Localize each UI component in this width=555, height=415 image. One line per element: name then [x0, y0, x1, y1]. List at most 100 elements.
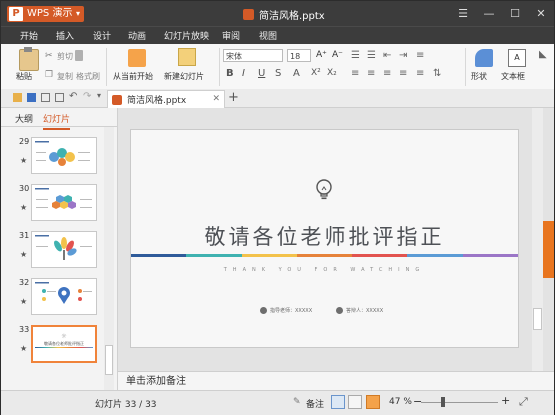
app-menu-button[interactable]: P WPS 演示 ▾ — [7, 6, 84, 22]
open-folder-icon[interactable] — [13, 93, 22, 102]
close-button[interactable]: ✕ — [528, 1, 554, 26]
superscript-icon[interactable]: X² — [311, 68, 321, 78]
zoom-slider-knob[interactable] — [441, 397, 445, 407]
chevron-down-icon[interactable]: ▾ — [97, 91, 106, 100]
collapse-ribbon-icon[interactable]: ◣ — [539, 49, 547, 60]
tab-outline[interactable]: 大纲 — [15, 112, 33, 125]
advisor-line: 指导老师：XXXXX — [260, 307, 312, 314]
star-icon: ★ — [20, 156, 28, 165]
line-spacing-icon[interactable]: ≡ — [416, 50, 424, 61]
color-divider — [131, 254, 518, 257]
slide-thumbnail-29[interactable] — [31, 137, 97, 174]
zoom-in-button[interactable]: + — [501, 394, 510, 407]
italic-icon[interactable]: I — [242, 68, 245, 79]
minimize-button[interactable]: — — [476, 1, 502, 26]
window-controls: ☰ — ☐ ✕ — [450, 1, 554, 26]
editor-scrollbar[interactable] — [532, 108, 543, 371]
slide-number: 31 — [19, 231, 30, 240]
shapes-icon[interactable] — [475, 49, 493, 67]
menu-review[interactable]: 审阅 — [222, 29, 240, 42]
notes-toggle[interactable]: 备注 — [306, 397, 324, 410]
reading-view-button[interactable] — [366, 395, 380, 409]
close-tab-icon[interactable]: ✕ — [212, 94, 220, 104]
copy-icon[interactable]: ❐ — [45, 70, 55, 80]
menu-slideshow[interactable]: 幻灯片放映 — [164, 29, 209, 42]
menu-animation[interactable]: 动画 — [128, 29, 146, 42]
slide-thumbnail-33[interactable]: ☼ 敬请各位老师批评指正 — [31, 325, 97, 363]
tab-document[interactable]: 简洁风格.pptx ✕ — [107, 90, 225, 108]
textbox-icon[interactable]: A — [508, 49, 526, 67]
bullet-list-icon[interactable]: ☰ — [351, 50, 360, 61]
new-tab-button[interactable]: + — [228, 90, 239, 105]
normal-view-button[interactable] — [331, 395, 345, 409]
presentation-file-icon — [243, 9, 254, 20]
bold-icon[interactable]: B — [226, 68, 234, 79]
align-right-icon[interactable]: ≡ — [383, 68, 391, 79]
copy-button[interactable]: 复制 — [57, 71, 73, 82]
grow-font-icon[interactable]: A⁺ — [316, 50, 327, 60]
decrease-indent-icon[interactable]: ⇤ — [383, 50, 391, 61]
menu-bar: 开始 插入 设计 动画 幻灯片放映 审阅 视图 — [1, 26, 554, 44]
menu-view[interactable]: 视图 — [259, 29, 277, 42]
save-icon[interactable] — [27, 93, 36, 102]
print-icon[interactable] — [41, 93, 50, 102]
fit-window-icon[interactable]: ⤢ — [519, 395, 528, 409]
zoom-level[interactable]: 47 % — [389, 397, 412, 407]
from-current-button[interactable]: 从当前开始 — [113, 71, 153, 82]
align-center-icon[interactable]: ≡ — [367, 68, 375, 79]
scrollbar-thumb[interactable] — [533, 308, 542, 330]
textbox-button[interactable]: 文本框 — [501, 71, 525, 82]
paste-icon[interactable] — [19, 47, 39, 71]
pane-tabs: 大纲 幻灯片 — [1, 108, 117, 130]
tab-slides[interactable]: 幻灯片 — [43, 112, 71, 130]
menu-home[interactable]: 开始 — [20, 29, 38, 42]
new-slide-icon[interactable] — [178, 48, 196, 66]
redo-icon[interactable]: ↷ — [83, 91, 92, 102]
text-direction-icon[interactable]: ⇅ — [433, 68, 441, 79]
thumbnail-scrollbar[interactable] — [104, 127, 114, 390]
subscript-icon[interactable]: X₂ — [327, 68, 337, 78]
side-panel-tab[interactable] — [543, 221, 554, 278]
menu-insert[interactable]: 插入 — [56, 29, 74, 42]
align-left-icon[interactable]: ≡ — [351, 68, 359, 79]
slide-number: 32 — [19, 278, 30, 287]
slide-thumbnail-32[interactable] — [31, 278, 97, 315]
thumbnail-graphic — [35, 282, 92, 304]
numbered-list-icon[interactable]: ☰ — [367, 50, 376, 61]
color-segment — [296, 254, 353, 257]
thumbnail-list: 29 ★ 30 ★ 31 ★ 32 ★ 33 ★ ☼ 敬请各位老师批评指正 — [1, 127, 106, 390]
format-painter-button[interactable]: 格式刷 — [76, 71, 100, 82]
shapes-button[interactable]: 形状 — [471, 71, 487, 82]
skin-icon[interactable]: ☰ — [450, 1, 476, 26]
distribute-icon[interactable]: ≡ — [416, 68, 424, 79]
current-slide[interactable]: 敬请各位老师批评指正 THANK YOU FOR WATCHING 指导老师：X… — [130, 129, 519, 348]
font-size-select[interactable]: 18 — [287, 49, 311, 62]
shrink-font-icon[interactable]: A⁻ — [332, 50, 343, 60]
shadow-icon[interactable]: S — [275, 68, 281, 79]
play-from-current-icon[interactable] — [128, 49, 146, 67]
format-painter-icon[interactable] — [75, 50, 83, 61]
increase-indent-icon[interactable]: ⇥ — [399, 50, 407, 61]
new-slide-button[interactable]: 新建幻灯片 — [164, 71, 204, 82]
justify-icon[interactable]: ≡ — [399, 68, 407, 79]
slide-sorter-button[interactable] — [348, 395, 362, 409]
scissors-icon[interactable]: ✂ — [45, 51, 55, 61]
scrollbar-thumb[interactable] — [105, 345, 113, 375]
person-icon — [336, 307, 343, 314]
font-name-select[interactable]: 宋体 — [223, 49, 283, 62]
slide-number: 29 — [19, 137, 30, 146]
menu-design[interactable]: 设计 — [93, 29, 111, 42]
cut-button[interactable]: 剪切 — [57, 51, 73, 62]
slide-thumbnail-31[interactable] — [31, 231, 97, 268]
ribbon-separator — [465, 48, 466, 86]
font-color-icon[interactable]: A — [293, 68, 300, 79]
paste-button[interactable]: 粘贴 — [16, 71, 32, 82]
maximize-button[interactable]: ☐ — [502, 1, 528, 26]
undo-icon[interactable]: ↶ — [69, 91, 78, 102]
notes-placeholder[interactable]: 单击添加备注 — [118, 371, 554, 390]
underline-icon[interactable]: U — [258, 68, 265, 79]
slide-thumbnail-30[interactable] — [31, 184, 97, 221]
print-preview-icon[interactable] — [55, 93, 64, 102]
notes-icon[interactable]: ✎ — [293, 397, 301, 407]
zoom-slider[interactable] — [421, 402, 498, 403]
